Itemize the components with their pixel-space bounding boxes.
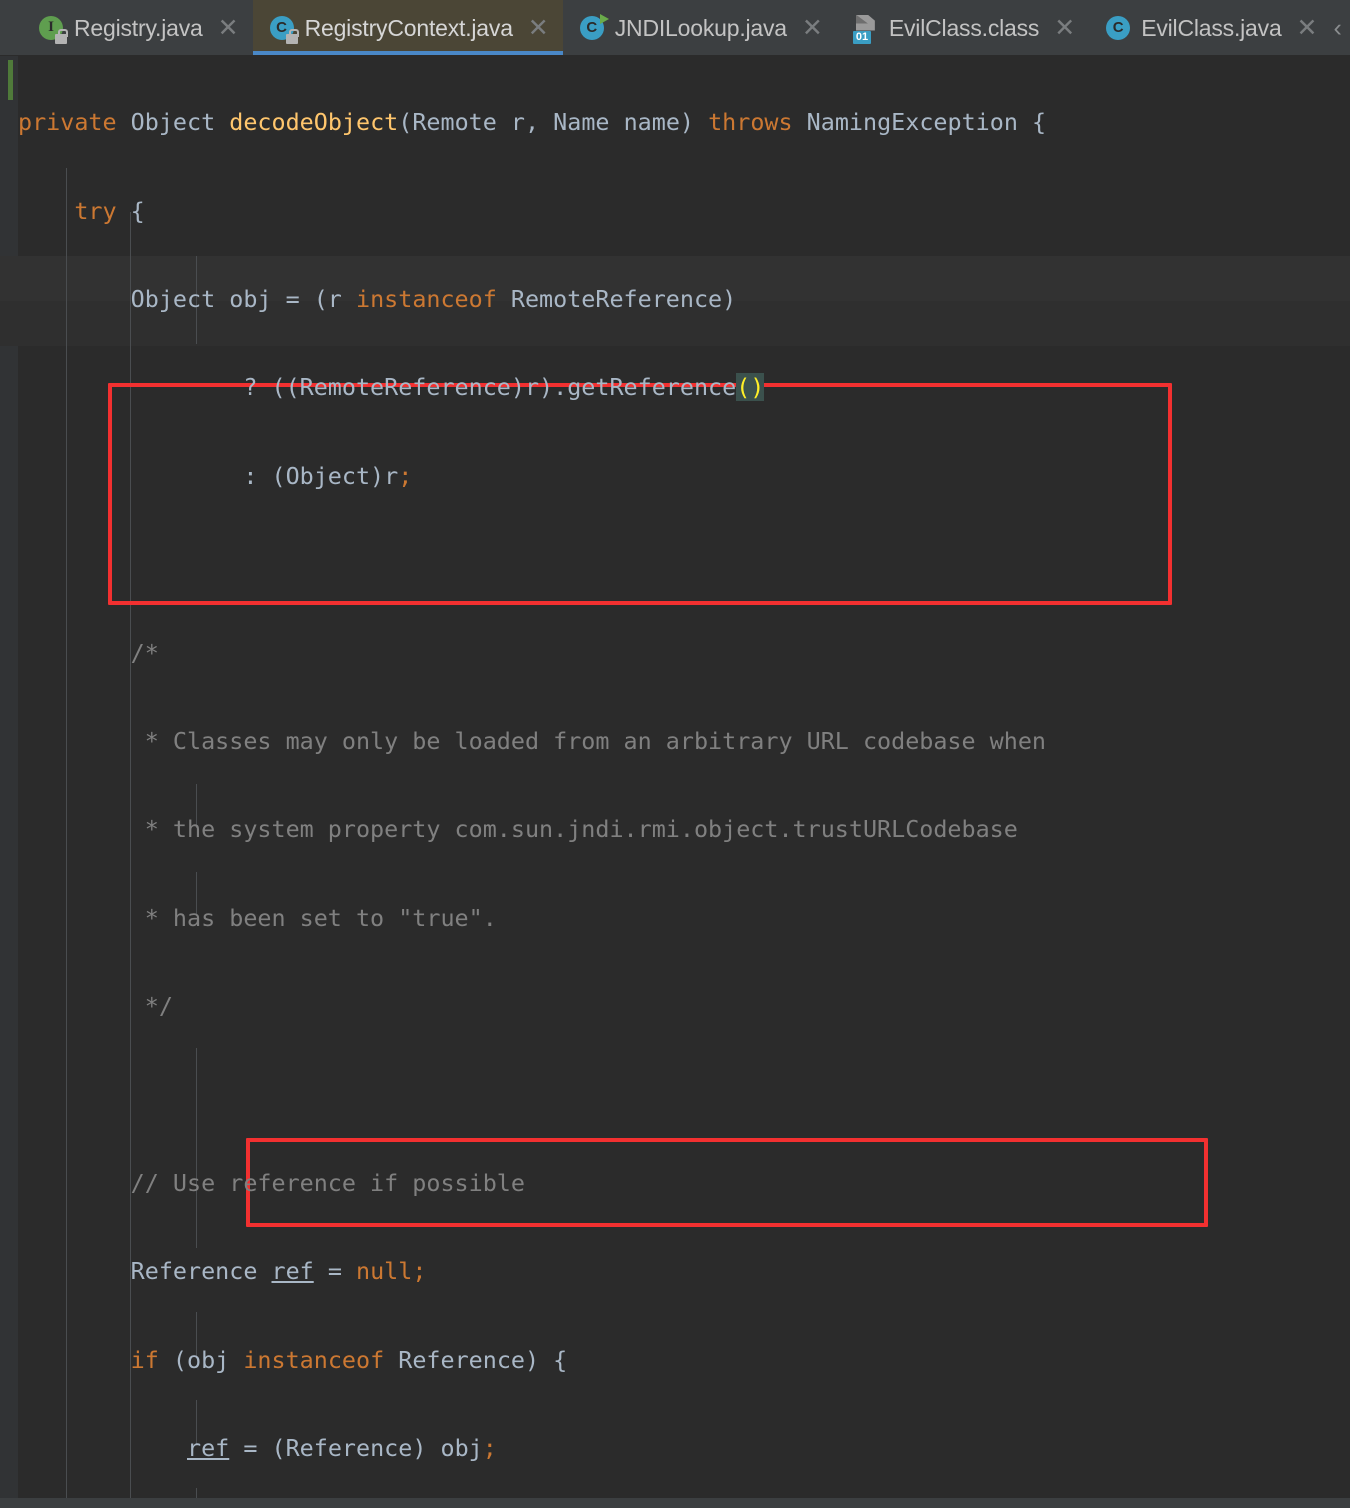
close-icon[interactable]: ✕ [1297,15,1318,41]
code-line: * Classes may only be loaded from an arb… [18,726,1047,755]
code-line: try { [74,196,145,225]
code-line: private Object decodeObject(Remote r, Na… [18,108,1047,137]
editor-tab-bar[interactable]: I Registry.java ✕ C RegistryContext.java… [0,0,1350,56]
source-code[interactable]: private Object decodeObject(Remote r, Na… [18,56,1350,1508]
close-icon[interactable]: ✕ [218,15,239,41]
code-line: Object obj = (r instanceof RemoteReferen… [18,284,737,313]
tab-scroll-left-button[interactable] [0,0,22,55]
tab-label: RegistryContext.java [304,14,513,41]
matched-bracket: () [736,373,765,402]
code-line: : (Object)r; [18,461,413,490]
tab-evilclass-class[interactable]: 01 EvilClass.class ✕ [836,0,1090,55]
class-file-icon: 01 [852,14,880,44]
class-locked-icon: C [269,15,299,44]
code-line: Reference ref = null; [18,1257,427,1286]
close-icon[interactable]: ✕ [1054,15,1075,41]
class-runnable-icon: C [579,13,609,42]
code-editor[interactable]: private Object decodeObject(Remote r, Na… [0,56,1350,1508]
close-icon[interactable]: ✕ [528,15,549,41]
tab-label: JNDILookup.java [614,14,787,41]
tab-registrycontext-java[interactable]: C RegistryContext.java ✕ [252,0,563,55]
tab-registry-java[interactable]: I Registry.java ✕ [22,0,253,55]
tab-label: EvilClass.java [1141,14,1282,41]
tab-label: Registry.java [74,14,203,41]
tab-evilclass-java[interactable]: C EvilClass.java ✕ [1089,0,1332,55]
chevron-left-icon[interactable]: ‹ [1334,14,1342,43]
editor-gutter[interactable] [0,56,18,1508]
tab-overflow-partial[interactable]: ‹ C [1331,0,1350,55]
code-line: * the system property com.sun.jndi.rmi.o… [18,815,1018,844]
code-line: if (obj instanceof Reference) { [130,1345,568,1374]
code-line: ? ((RemoteReference)r).getReference() [18,373,765,402]
class-file-badge: 01 [852,30,872,44]
code-line: * has been set to "true". [18,903,497,932]
editor-bottom-strip [0,1498,1350,1508]
code-line: // Use reference if possible [18,1168,525,1197]
code-line: /* [18,638,159,667]
vcs-change-marker [8,60,13,100]
interface-locked-icon: I [38,15,68,44]
code-line: ref = (Reference) obj; [187,1434,497,1463]
close-icon[interactable]: ✕ [802,15,823,41]
tab-jndilookup-java[interactable]: C JNDILookup.java ✕ [562,0,837,55]
code-line: */ [18,992,173,1021]
tab-label: EvilClass.class [888,14,1040,41]
class-icon: C [1105,15,1132,42]
